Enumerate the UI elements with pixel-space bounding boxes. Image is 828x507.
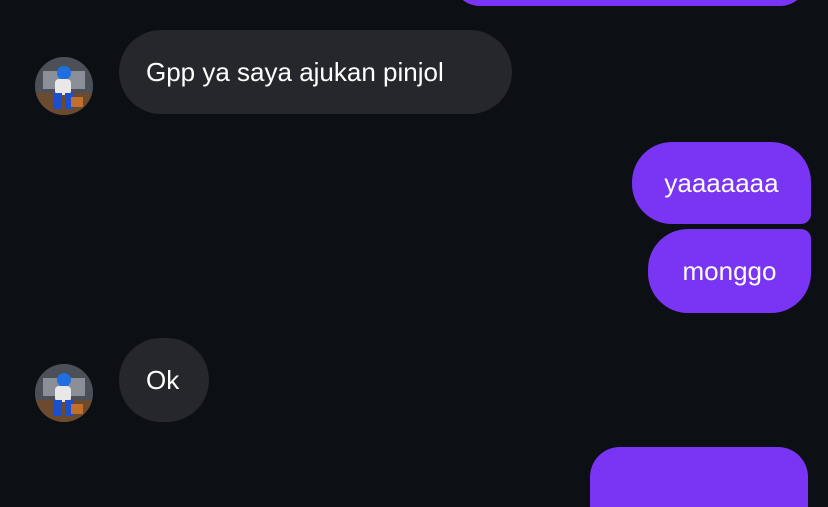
incoming-message-bubble[interactable]: Gpp ya saya ajukan pinjol <box>119 30 512 114</box>
outgoing-message-bubble[interactable] <box>590 447 808 507</box>
outgoing-message-bubble[interactable] <box>452 0 808 6</box>
outgoing-message-bubble[interactable]: monggo <box>648 229 811 313</box>
outgoing-message-bubble[interactable]: yaaaaaaa <box>632 142 811 224</box>
message-text: Gpp ya saya ajukan pinjol <box>146 56 444 87</box>
chat-thread: Gpp ya saya ajukan pinjol yaaaaaaa mongg… <box>0 0 828 507</box>
message-text: Ok <box>146 364 180 395</box>
contact-avatar-icon[interactable] <box>35 57 93 115</box>
message-text: monggo <box>682 255 777 286</box>
message-text: yaaaaaaa <box>664 167 779 198</box>
contact-avatar-icon[interactable] <box>35 364 93 422</box>
incoming-message-bubble[interactable]: Ok <box>119 338 209 422</box>
